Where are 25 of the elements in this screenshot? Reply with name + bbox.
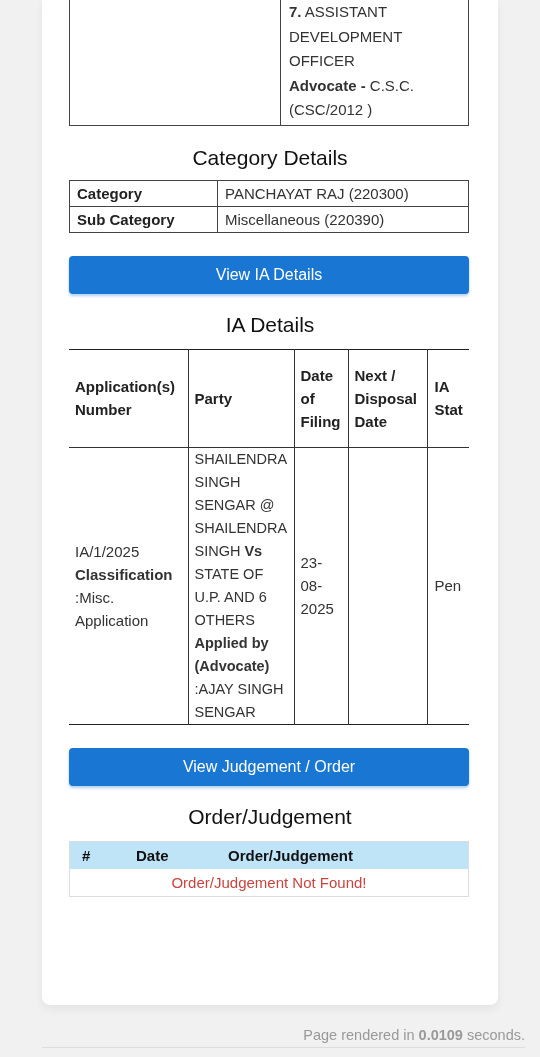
column-header: Next / Disposal Date [348, 349, 427, 447]
column-header: Date [124, 841, 216, 869]
view-judgement-order-button[interactable]: View Judgement / Order [69, 747, 469, 786]
column-header: IA Stat [427, 349, 469, 447]
table-cell: Sub Category [69, 206, 218, 232]
respondent-text: 7. ASSISTANT DEVELOPMENT OFFICER [289, 2, 404, 71]
table-cell: PANCHAYAT RAJ (220300) [217, 180, 469, 206]
empty-message: Order/Judgement Not Found! [69, 868, 469, 896]
column-header: Party [188, 349, 294, 447]
column-header: Application(s) Number [69, 349, 188, 447]
section-title: IA Details [224, 311, 316, 338]
respondent-text: Advocate - C.S.C. (CSC/2012 ) [289, 75, 416, 120]
table-cell: Miscellaneous (220390) [217, 206, 469, 232]
column-header: # [69, 841, 124, 869]
table-cell: SHAILENDRA SINGH SENGAR @ SHAILENDRA SINGH Vs STATE OF U.P. AND 6 OTHERS Applied by (Advocate) :AJAY SINGH SENGAR [194, 450, 287, 720]
table-cell: IA/1/2025 Classification :Misc. Application [75, 542, 173, 629]
view-ia-details-button[interactable]: View IA Details [69, 255, 469, 294]
table-cell: Category [69, 180, 218, 206]
table-cell: Pen [434, 577, 462, 594]
table-cell: 23-08-2025 [300, 554, 334, 617]
section-title: Order/Judgement [187, 803, 353, 830]
column-header: Date of Filing [294, 349, 348, 447]
section-title: Category Details [191, 144, 349, 171]
column-header: Order/Judgement [216, 841, 469, 869]
render-time-text: Page rendered in 0.0109 seconds. [303, 1027, 525, 1043]
